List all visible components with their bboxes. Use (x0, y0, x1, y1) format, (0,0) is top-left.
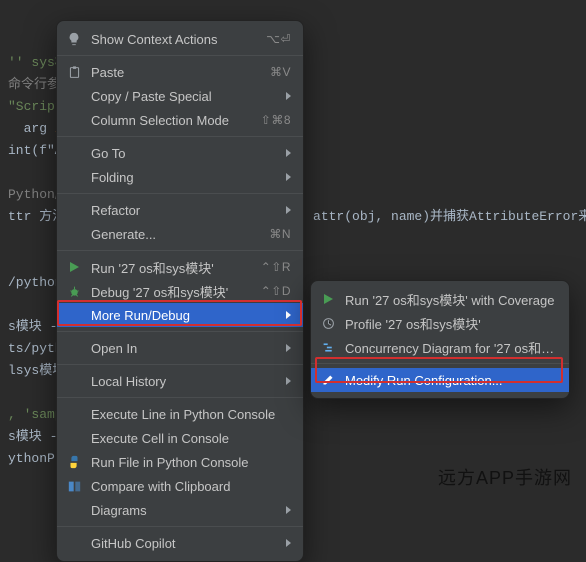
chevron-right-icon (286, 506, 291, 514)
menu-execute-line[interactable]: Execute Line in Python Console (57, 402, 303, 426)
menu-separator (57, 55, 303, 56)
menu-label: GitHub Copilot (91, 536, 276, 551)
watermark-text: 远方APP手游网 (438, 464, 572, 490)
menu-copy-paste-special[interactable]: Copy / Paste Special (57, 84, 303, 108)
menu-label: Diagrams (91, 503, 276, 518)
menu-label: Open In (91, 341, 276, 356)
menu-label: Paste (91, 65, 260, 80)
menu-separator (57, 136, 303, 137)
clipboard-icon (65, 63, 83, 81)
menu-separator (57, 331, 303, 332)
blank-icon (65, 372, 83, 390)
menu-label: Copy / Paste Special (91, 89, 276, 104)
chevron-right-icon (286, 539, 291, 547)
menu-local-history[interactable]: Local History (57, 369, 303, 393)
menu-label: Debug '27 os和sys模块' (91, 282, 251, 301)
menu-label: Profile '27 os和sys模块' (345, 314, 557, 333)
menu-context-actions[interactable]: Show Context Actions ⌥⏎ (57, 27, 303, 51)
blank-icon (65, 501, 83, 519)
submenu-modify-run-config[interactable]: Modify Run Configuration... (311, 368, 569, 392)
blank-icon (65, 201, 83, 219)
blank-icon (65, 144, 83, 162)
menu-label: Concurrency Diagram for '27 os和sys模块' (345, 338, 557, 357)
menu-shortcut: ⌥⏎ (266, 32, 291, 46)
blank-icon (65, 306, 83, 324)
blank-icon (65, 111, 83, 129)
blank-icon (65, 339, 83, 357)
menu-open-in[interactable]: Open In (57, 336, 303, 360)
menu-shortcut: ⌃⇧D (261, 284, 291, 298)
python-icon (65, 453, 83, 471)
chevron-right-icon (286, 206, 291, 214)
profile-icon (319, 314, 337, 332)
run-icon (65, 258, 83, 276)
chevron-right-icon (286, 92, 291, 100)
menu-separator (57, 397, 303, 398)
menu-label: Execute Cell in Console (91, 431, 291, 446)
menu-github-copilot[interactable]: GitHub Copilot (57, 531, 303, 555)
menu-shortcut: ⇧⌘8 (261, 113, 291, 127)
menu-separator (57, 193, 303, 194)
menu-separator (57, 526, 303, 527)
menu-run-file[interactable]: Run File in Python Console (57, 450, 303, 474)
menu-label: Execute Line in Python Console (91, 407, 291, 422)
chevron-right-icon (286, 344, 291, 352)
menu-run[interactable]: Run '27 os和sys模块' ⌃⇧R (57, 255, 303, 279)
menu-generate[interactable]: Generate... ⌘N (57, 222, 303, 246)
chevron-right-icon (286, 311, 291, 319)
menu-more-run-debug[interactable]: More Run/Debug (57, 303, 303, 327)
menu-separator (311, 363, 569, 364)
menu-label: Run '27 os和sys模块' with Coverage (345, 290, 557, 309)
menu-label: Column Selection Mode (91, 113, 251, 128)
menu-shortcut: ⌘N (269, 227, 291, 241)
menu-shortcut: ⌘V (270, 65, 291, 79)
submenu-concurrency[interactable]: Concurrency Diagram for '27 os和sys模块' (311, 335, 569, 359)
menu-goto[interactable]: Go To (57, 141, 303, 165)
menu-compare-clipboard[interactable]: Compare with Clipboard (57, 474, 303, 498)
blank-icon (65, 405, 83, 423)
menu-label: Show Context Actions (91, 32, 256, 47)
blank-icon (65, 534, 83, 552)
menu-paste[interactable]: Paste ⌘V (57, 60, 303, 84)
chevron-right-icon (286, 377, 291, 385)
diff-icon (65, 477, 83, 495)
menu-shortcut: ⌃⇧R (261, 260, 291, 274)
blank-icon (65, 168, 83, 186)
menu-debug[interactable]: Debug '27 os和sys模块' ⌃⇧D (57, 279, 303, 303)
debug-icon (65, 282, 83, 300)
menu-label: Run '27 os和sys模块' (91, 258, 251, 277)
menu-label: Go To (91, 146, 276, 161)
menu-label: Folding (91, 170, 276, 185)
blank-icon (65, 225, 83, 243)
menu-label: Modify Run Configuration... (345, 373, 557, 388)
chevron-right-icon (286, 149, 291, 157)
blank-icon (65, 429, 83, 447)
run-coverage-icon (319, 290, 337, 308)
menu-label: Run File in Python Console (91, 455, 291, 470)
chevron-right-icon (286, 173, 291, 181)
menu-folding[interactable]: Folding (57, 165, 303, 189)
menu-label: More Run/Debug (91, 308, 276, 323)
menu-separator (57, 250, 303, 251)
menu-diagrams[interactable]: Diagrams (57, 498, 303, 522)
menu-label: Refactor (91, 203, 276, 218)
menu-refactor[interactable]: Refactor (57, 198, 303, 222)
bulb-icon (65, 30, 83, 48)
edit-icon (319, 371, 337, 389)
concurrency-icon (319, 338, 337, 356)
menu-label: Compare with Clipboard (91, 479, 291, 494)
submenu-profile[interactable]: Profile '27 os和sys模块' (311, 311, 569, 335)
blank-icon (65, 87, 83, 105)
menu-label: Generate... (91, 227, 259, 242)
submenu-run-coverage[interactable]: Run '27 os和sys模块' with Coverage (311, 287, 569, 311)
menu-execute-cell[interactable]: Execute Cell in Console (57, 426, 303, 450)
menu-separator (57, 364, 303, 365)
menu-label: Local History (91, 374, 276, 389)
context-menu: Show Context Actions ⌥⏎ Paste ⌘V Copy / … (56, 20, 304, 562)
menu-column-selection[interactable]: Column Selection Mode ⇧⌘8 (57, 108, 303, 132)
submenu-more-run-debug: Run '27 os和sys模块' with Coverage Profile … (310, 280, 570, 399)
